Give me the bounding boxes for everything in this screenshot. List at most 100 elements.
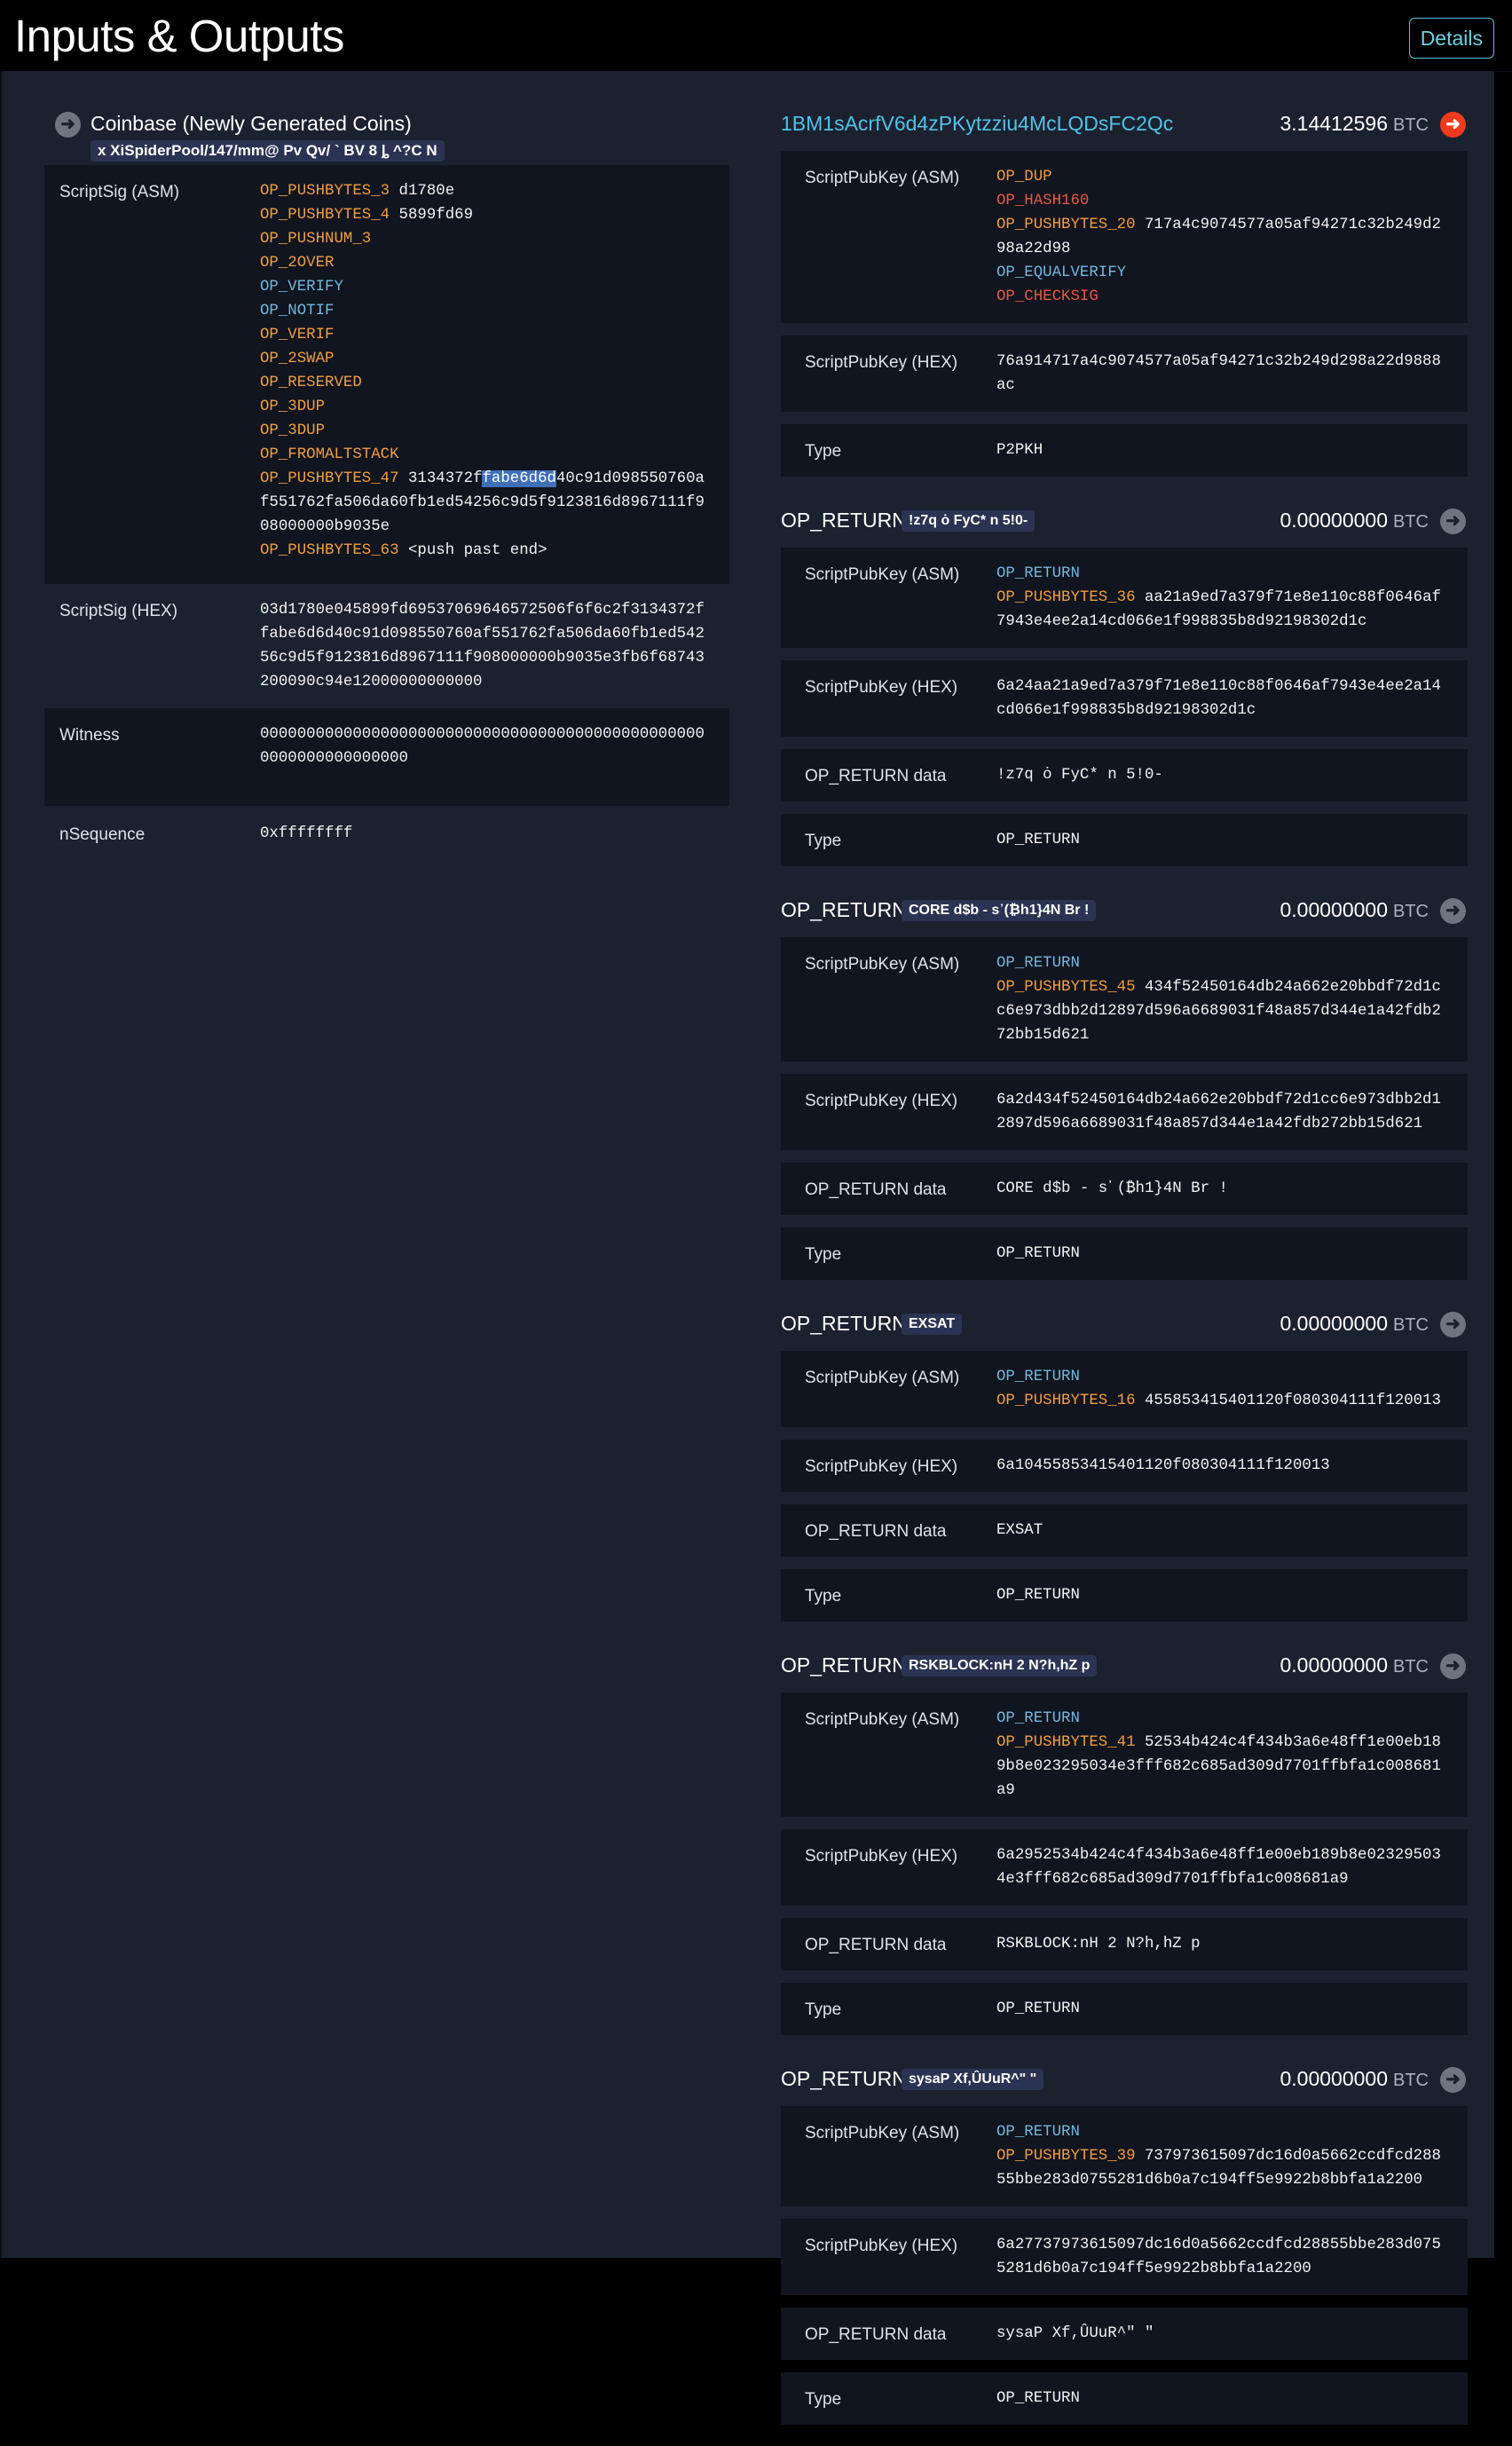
scriptpubkey-hex-label: ScriptPubKey (HEX): [805, 678, 958, 697]
output-title: OP_RETURN: [781, 509, 907, 532]
text-selection: fabe6d6d: [482, 470, 556, 487]
scriptpubkey-asm-row: ScriptPubKey (ASM) OP_DUP OP_HASH160 OP_PU…: [781, 151, 1468, 323]
arrow-right-icon[interactable]: ➜: [1440, 509, 1466, 534]
arrow-right-icon[interactable]: ➜: [1440, 1312, 1466, 1337]
op-return-data-row: OP_RETURN data !z7q ȯ FyC* n 5!0-: [781, 749, 1468, 801]
asm-line: OP_PUSHBYTES_47 3134372ffabe6d6d40c91d09…: [260, 467, 712, 539]
output-amount: 0.00000000 BTC: [1280, 509, 1429, 533]
output-amount: 0.00000000 BTC: [1280, 1312, 1429, 1336]
output-header: OP_RETURN EXSAT 0.00000000 BTC ➜: [781, 1301, 1468, 1351]
outputs-column: 1BM1sAcrfV6d4zPKytzziu4McLQDsFC2Qc 3.1441…: [781, 101, 1468, 2446]
scriptpubkey-hex-row: ScriptPubKey (HEX) 6a2952534b424c4f434b3…: [781, 1829, 1468, 1906]
op-return-data-row: OP_RETURN data CORE d$b - s᾽(₿h1}4N Br !: [781, 1163, 1468, 1215]
coinbase-tag: x XiSpiderPool/147/mm@ Pv Qv/ ` BV 8 ȴ ^…: [91, 140, 445, 162]
scriptpubkey-hex-label: ScriptPubKey (HEX): [805, 1457, 958, 1476]
asm-opcode: OP_PUSHBYTES_39: [996, 2148, 1136, 2165]
scriptpubkey-hex-row: ScriptPubKey (HEX) 6a10455853415401120f0…: [781, 1440, 1468, 1492]
arrow-right-icon[interactable]: ➜: [1440, 898, 1466, 924]
output-section: OP_RETURN sysaP Xf,ȖUuR^" " 0.00000000 BTC ➜…: [781, 2056, 1468, 2446]
coinbase-title: Coinbase (Newly Generated Coins): [91, 112, 412, 135]
scriptpubkey-asm-label: ScriptPubKey (ASM): [805, 955, 960, 974]
scriptpubkey-hex-value: 6a27737973615097dc16d0a5662ccdfcd28855bb…: [996, 2237, 1441, 2277]
witness-label: Witness: [59, 726, 120, 745]
op-return-data-value: EXSAT: [996, 1522, 1043, 1539]
asm-line: OP_3DUP: [260, 395, 712, 419]
op-return-data-label: OP_RETURN data: [805, 767, 947, 785]
scriptpubkey-asm-row: ScriptPubKey (ASM) OP_RETURN OP_PUSHBYTES…: [781, 548, 1468, 648]
amount-value: 0.00000000: [1280, 2067, 1388, 2090]
asm-opcode: OP_EQUALVERIFY: [996, 264, 1127, 281]
header: Inputs & Outputs Details: [0, 0, 1512, 72]
asm-line: OP_PUSHBYTES_39 737973615097dc16d0a5662c…: [996, 2144, 1450, 2192]
type-label: Type: [805, 1245, 842, 1264]
scriptpubkey-asm-row: ScriptPubKey (ASM) OP_RETURN OP_PUSHBYTES…: [781, 2106, 1468, 2206]
asm-line: OP_NOTIF: [260, 299, 712, 323]
arrow-right-icon[interactable]: ➜: [1440, 1653, 1466, 1679]
type-row: Type OP_RETURN: [781, 1983, 1468, 2035]
scriptpubkey-hex-label: ScriptPubKey (HEX): [805, 1847, 958, 1866]
details-button[interactable]: Details: [1408, 18, 1494, 59]
scriptpubkey-hex-value: 6a10455853415401120f080304111f120013: [996, 1457, 1330, 1474]
asm-line: OP_RESERVED: [260, 371, 712, 395]
arrow-right-icon[interactable]: ➜: [55, 112, 81, 138]
asm-line: OP_PUSHBYTES_4 5899fd69: [260, 203, 712, 227]
asm-line: OP_PUSHBYTES_20 717a4c9074577a05af94271c…: [996, 213, 1450, 261]
scriptpubkey-hex-row: ScriptPubKey (HEX) 6a2d434f52450164db24a…: [781, 1074, 1468, 1150]
asm-data: <push past end>: [407, 542, 547, 559]
amount-unit: BTC: [1393, 2071, 1429, 2090]
output-tag: !z7q ȯ FyC* n 5!0-: [902, 510, 1036, 532]
asm-line: OP_PUSHBYTES_41 52534b424c4f434b3a6e48ff…: [996, 1731, 1450, 1803]
asm-line: OP_PUSHBYTES_16 455853415401120f08030411…: [996, 1389, 1450, 1413]
op-return-data-value: !z7q ȯ FyC* n 5!0-: [996, 767, 1163, 784]
scriptpubkey-hex-label: ScriptPubKey (HEX): [805, 353, 958, 372]
type-value: OP_RETURN: [996, 1587, 1080, 1604]
arrow-right-icon[interactable]: ➜: [1440, 112, 1466, 138]
scriptsig-hex-label: ScriptSig (HEX): [59, 602, 178, 620]
asm-line: OP_PUSHBYTES_3 d1780e: [260, 179, 712, 203]
type-value: OP_RETURN: [996, 2390, 1080, 2407]
asm-line: OP_PUSHBYTES_36 aa21a9ed7a379f71e8e110c8…: [996, 586, 1450, 634]
output-header: OP_RETURN !z7q ȯ FyC* n 5!0- 0.00000000 BTC…: [781, 498, 1468, 548]
asm-line: OP_VERIFY: [260, 275, 712, 299]
nsequence-value: 0xffffffff: [260, 825, 353, 842]
op-return-data-value: sysaP Xf,ȖUuR^" ": [996, 2325, 1154, 2342]
output-amount: 3.14412596 BTC: [1280, 112, 1429, 136]
op-return-data-label: OP_RETURN data: [805, 1936, 947, 1954]
asm-line: OP_RETURN: [996, 562, 1450, 586]
asm-opcode: OP_PUSHNUM_3: [260, 231, 372, 248]
asm-line: OP_DUP: [996, 165, 1450, 189]
op-return-data-row: OP_RETURN data RSKBLOCK:nH 2 N?h,hZ p: [781, 1918, 1468, 1970]
output-tag: sysaP Xf,ȖUuR^" ": [902, 2069, 1044, 2090]
asm-opcode: OP_2OVER: [260, 255, 335, 272]
output-header: OP_RETURN sysaP Xf,ȖUuR^" " 0.00000000 BTC ➜: [781, 2056, 1468, 2106]
arrow-right-icon[interactable]: ➜: [1440, 2067, 1466, 2093]
amount-value: 3.14412596: [1280, 112, 1388, 135]
asm-opcode: OP_PUSHBYTES_3: [260, 183, 390, 200]
type-label: Type: [805, 1587, 842, 1606]
op-return-data-row: OP_RETURN data sysaP Xf,ȖUuR^" ": [781, 2308, 1468, 2360]
asm-opcode: OP_HASH160: [996, 193, 1090, 209]
amount-unit: BTC: [1393, 115, 1429, 135]
asm-opcode: OP_RETURN: [996, 1369, 1080, 1385]
nsequence-label: nSequence: [59, 825, 146, 844]
asm-line: OP_FROMALTSTACK: [260, 443, 712, 467]
output-address-link[interactable]: 1BM1sAcrfV6d4zPKytzziu4McLQDsFC2Qc: [781, 112, 1173, 136]
output-amount: 0.00000000 BTC: [1280, 1653, 1429, 1677]
scriptsig-asm-label: ScriptSig (ASM): [59, 183, 180, 201]
type-value: OP_RETURN: [996, 2000, 1080, 2017]
scriptpubkey-hex-value: 76a914717a4c9074577a05af94271c32b249d298…: [996, 353, 1441, 394]
amount-unit: BTC: [1393, 902, 1429, 921]
asm-opcode: OP_RETURN: [996, 565, 1080, 582]
type-value: OP_RETURN: [996, 1245, 1080, 1262]
scriptpubkey-hex-label: ScriptPubKey (HEX): [805, 1092, 958, 1110]
type-label: Type: [805, 2390, 842, 2409]
scriptpubkey-asm-value: OP_RETURN OP_PUSHBYTES_36 aa21a9ed7a379f7…: [996, 562, 1468, 634]
type-row: Type OP_RETURN: [781, 814, 1468, 866]
asm-opcode: OP_RESERVED: [260, 375, 362, 391]
output-tag: EXSAT: [902, 1314, 963, 1335]
op-return-data-value: RSKBLOCK:nH 2 N?h,hZ p: [996, 1936, 1201, 1953]
type-label: Type: [805, 2000, 842, 2019]
asm-opcode: OP_3DUP: [260, 422, 326, 439]
amount-unit: BTC: [1393, 512, 1429, 532]
asm-line: OP_2SWAP: [260, 347, 712, 371]
